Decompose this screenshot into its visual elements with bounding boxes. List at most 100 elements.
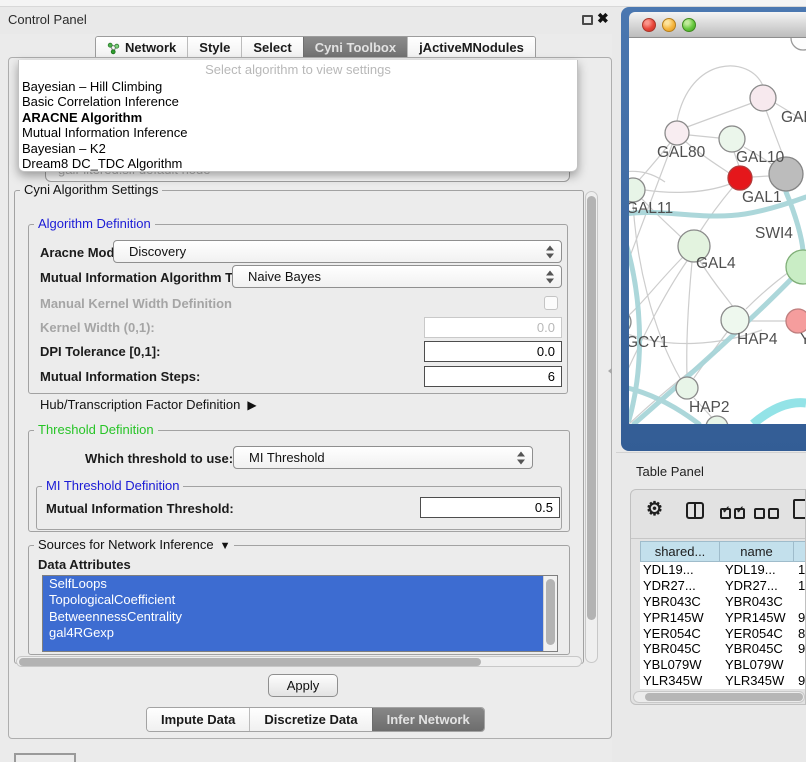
mi-steps-input[interactable]: 6 — [424, 366, 562, 387]
algorithm-popup-list: Bayesian – Hill ClimbingBasic Correlatio… — [19, 79, 577, 171]
manual-kernel-checkbox[interactable] — [544, 296, 558, 310]
table-cell: YDL19... — [640, 562, 720, 578]
select-all-icon[interactable]: ✓ — [734, 508, 745, 519]
network-node-hap4[interactable] — [721, 306, 749, 334]
tab-label: jActiveMNodules — [419, 37, 524, 59]
tab-style[interactable]: Style — [187, 37, 241, 59]
gear-icon[interactable]: ⚙ — [646, 499, 663, 521]
which-threshold-label: Which threshold to use: — [85, 451, 233, 466]
mi-algorithm-label: Mutual Information Algorithm Type: — [40, 270, 259, 285]
document-icon[interactable] — [793, 499, 806, 519]
table-row[interactable]: YBR043CYBR043C — [640, 594, 806, 610]
list-item-selfloops[interactable]: SelfLoops — [43, 576, 544, 592]
table-cell: YPR145W — [720, 610, 794, 626]
close-panel-icon[interactable]: ✖ — [597, 10, 609, 27]
deselect-all-icon[interactable] — [754, 508, 765, 519]
algorithm-option-basic-correlation-inference[interactable]: Basic Correlation Inference — [19, 94, 577, 109]
tab-jactivemnodules[interactable]: jActiveMNodules — [407, 37, 535, 59]
table-cell: YBR045C — [640, 641, 720, 657]
deselect-all-icon[interactable] — [768, 508, 779, 519]
minimized-panel-icon[interactable] — [14, 753, 76, 762]
minimize-traffic-light-icon[interactable] — [662, 18, 676, 32]
table-cell: YDL19... — [720, 562, 794, 578]
tab-select[interactable]: Select — [241, 37, 302, 59]
list-item-topologicalcoefficient[interactable]: TopologicalCoefficient — [43, 592, 544, 608]
sources-title-text: Sources for Network Inference — [38, 537, 214, 552]
table-panel-title: Table Panel — [636, 464, 704, 479]
network-node-hap2[interactable] — [676, 377, 698, 399]
algorithm-option-bayesian-hill-climbing[interactable]: Bayesian – Hill Climbing — [19, 79, 577, 94]
table-row[interactable]: YBL079WYBL079W — [640, 657, 806, 673]
float-panel-icon[interactable] — [582, 15, 593, 25]
network-node-gal11[interactable] — [629, 178, 645, 202]
kernel-width-input[interactable]: 0.0 — [424, 317, 562, 338]
split-columns-icon[interactable] — [686, 502, 704, 519]
apply-button[interactable]: Apply — [268, 674, 338, 697]
hub-section-label[interactable]: Hub/Transcription Factor Definition▶ — [40, 397, 257, 412]
list-item-betweennesscentrality[interactable]: BetweennessCentrality — [43, 609, 544, 625]
network-node-label: GAL10 — [736, 149, 785, 166]
table-header-cell[interactable] — [794, 541, 806, 562]
network-node[interactable] — [791, 38, 806, 50]
table-header-cell[interactable]: shared... — [640, 541, 720, 562]
collapse-down-arrow-icon[interactable]: ▼ — [220, 540, 231, 552]
network-node-y[interactable] — [786, 309, 806, 333]
dpi-tolerance-input[interactable]: 0.0 — [424, 341, 562, 362]
network-node-label: GAL4 — [696, 255, 736, 272]
table-cell: YBL079W — [640, 657, 720, 673]
data-attributes-items: SelfLoopsTopologicalCoefficientBetweenne… — [43, 576, 557, 652]
mi-algorithm-combobox[interactable]: Naive Bayes — [232, 265, 562, 288]
tab-label: Network — [125, 37, 176, 59]
network-node-gal80[interactable] — [665, 121, 689, 145]
table-cell: 9. — [794, 641, 806, 657]
table-row[interactable]: YER054CYER054C8. — [640, 626, 806, 642]
network-view[interactable]: GALGAL80GAL10GAL1GAL11SWI4GAL4GCY1HAP4YH… — [629, 38, 806, 424]
network-labels: GALGAL80GAL10GAL1GAL11SWI4GAL4GCY1HAP4YH… — [629, 109, 806, 416]
network-node-label: GAL — [781, 109, 806, 126]
expand-right-arrow-icon[interactable]: ▶ — [247, 398, 256, 412]
mi-threshold-title: MI Threshold Definition — [42, 479, 183, 493]
app-root: Control Panel ✖ NetworkStyleSelectCyni T… — [0, 0, 806, 762]
table-row[interactable]: YPR145WYPR145W9. — [640, 610, 806, 626]
settings-hscrollbar-thumb[interactable] — [19, 658, 481, 666]
algorithm-option-dream8-dc-tdc-algorithm[interactable]: Dream8 DC_TDC Algorithm — [19, 156, 577, 171]
list-vscrollbar-track[interactable] — [543, 576, 557, 651]
tab-cyni-toolbox[interactable]: Cyni Toolbox — [303, 37, 407, 59]
network-canvas[interactable]: GALGAL80GAL10GAL1GAL11SWI4GAL4GCY1HAP4YH… — [629, 38, 806, 424]
close-traffic-light-icon[interactable] — [642, 18, 656, 32]
tab-infer-network[interactable]: Infer Network — [372, 708, 484, 731]
table-header-cell[interactable]: name — [720, 541, 794, 562]
tab-discretize-data[interactable]: Discretize Data — [249, 708, 371, 731]
algorithm-option-bayesian-k2[interactable]: Bayesian – K2 — [19, 141, 577, 156]
list-item-partial[interactable] — [43, 642, 544, 652]
table-row[interactable]: YDL19...YDL19...13 — [640, 562, 806, 578]
algorithm-option-aracne-algorithm[interactable]: ARACNE Algorithm — [19, 110, 577, 125]
table-cell: YPR145W — [640, 610, 720, 626]
network-node-gal[interactable] — [750, 85, 776, 111]
zoom-traffic-light-icon[interactable] — [682, 18, 696, 32]
list-vscrollbar-thumb[interactable] — [546, 579, 555, 645]
aracne-mode-value: Discovery — [129, 244, 186, 259]
cyni-settings-title: Cyni Algorithm Settings — [20, 183, 162, 197]
table-cell: 12 — [794, 578, 806, 594]
algorithm-option-mutual-information-inference[interactable]: Mutual Information Inference — [19, 125, 577, 140]
tab-network[interactable]: Network — [96, 37, 187, 59]
dpi-tolerance-label: DPI Tolerance [0,1]: — [40, 344, 160, 359]
which-threshold-combobox[interactable]: MI Threshold — [233, 446, 533, 469]
network-node-label: HAP2 — [689, 399, 730, 416]
table-row[interactable]: YBR045CYBR045C9. — [640, 641, 806, 657]
sources-title[interactable]: Sources for Network Inference ▼ — [34, 538, 234, 553]
network-node[interactable] — [706, 416, 728, 424]
table-row[interactable]: YLR345WYLR345W9. — [640, 673, 806, 689]
manual-kernel-label: Manual Kernel Width Definition — [40, 296, 232, 311]
table-hscrollbar-thumb[interactable] — [645, 693, 803, 701]
settings-vscrollbar-thumb[interactable] — [587, 196, 596, 620]
mi-threshold-input[interactable]: 0.5 — [420, 497, 560, 518]
aracne-mode-combobox[interactable]: Discovery — [113, 240, 562, 263]
list-item-gal4rgexp[interactable]: gal4RGexp — [43, 625, 544, 641]
network-node-gal1[interactable] — [728, 166, 752, 190]
tab-impute-data[interactable]: Impute Data — [147, 708, 249, 731]
select-all-icon[interactable]: ✓ — [720, 508, 731, 519]
table-row[interactable]: YDR27...YDR27...12 — [640, 578, 806, 594]
network-node-label: SWI4 — [755, 225, 793, 242]
